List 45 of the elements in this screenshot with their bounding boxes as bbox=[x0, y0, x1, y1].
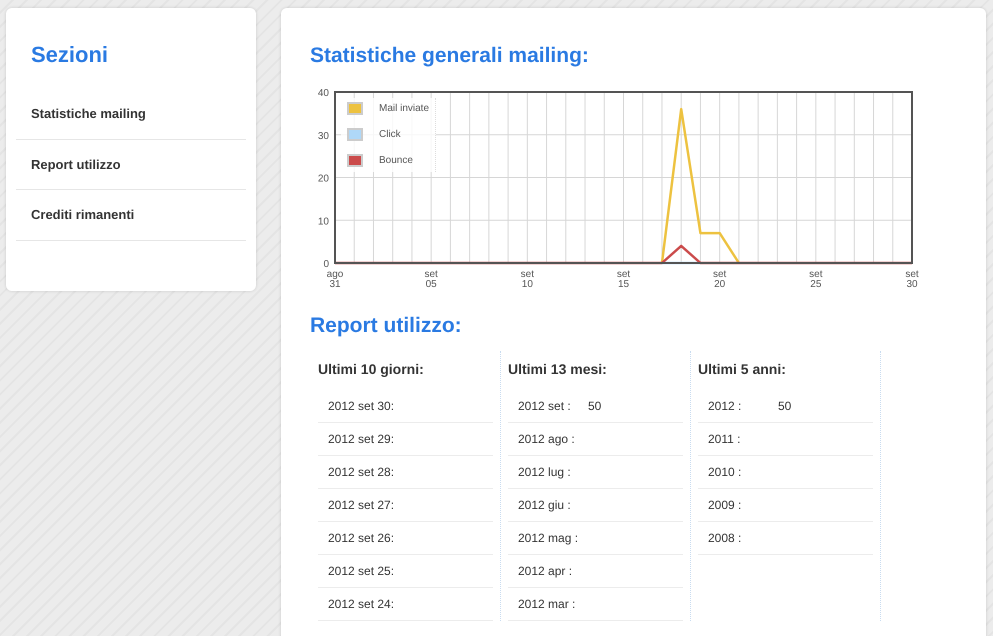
period-label: 2012 lug : bbox=[518, 464, 572, 481]
x-tick-label: set 30 bbox=[905, 268, 919, 290]
period-label: 2012 set 26: bbox=[328, 530, 396, 547]
period-label: 2012 set 30: bbox=[328, 398, 396, 415]
x-tick-label: set 25 bbox=[809, 268, 822, 290]
column-heading: Ultimi 5 anni: bbox=[698, 360, 787, 379]
sidebar-item[interactable]: Crediti rimanenti bbox=[16, 190, 246, 240]
y-tick-label: 0 bbox=[323, 258, 329, 270]
column-heading: Ultimi 13 mesi: bbox=[508, 360, 608, 379]
period-label: 2012 set 28: bbox=[328, 464, 396, 481]
sidebar-item[interactable]: Report utilizzo bbox=[16, 140, 246, 190]
period-label: 2012 set : bbox=[518, 398, 572, 415]
x-tick-label: set 20 bbox=[713, 268, 726, 290]
period-value: 50 bbox=[778, 398, 792, 415]
y-tick-label: 10 bbox=[318, 216, 329, 227]
x-tick-label: ago 31 bbox=[326, 268, 344, 290]
period-label: 2012 set 27: bbox=[328, 497, 396, 514]
legend-label: Bounce bbox=[379, 154, 413, 168]
x-tick-label: set 05 bbox=[424, 268, 438, 290]
y-tick-label: 40 bbox=[318, 88, 329, 98]
period-label: 2012 set 29: bbox=[328, 431, 396, 448]
period-label: 2012 giu : bbox=[518, 497, 572, 514]
sidebar-title: Sezioni bbox=[31, 41, 110, 69]
period-label: 2012 : bbox=[708, 398, 742, 415]
section-title: Report utilizzo: bbox=[310, 312, 463, 338]
period-label: 2012 ago : bbox=[518, 431, 576, 448]
period-label: 2010 : bbox=[708, 464, 742, 481]
period-value: 50 bbox=[588, 398, 602, 415]
period-label: 2008 : bbox=[708, 530, 742, 547]
period-label: 2012 mag : bbox=[518, 530, 580, 547]
y-tick-label: 20 bbox=[318, 173, 329, 184]
legend-label: Click bbox=[379, 128, 401, 142]
period-label: 2012 set 24: bbox=[328, 596, 396, 613]
x-tick-label: set 15 bbox=[616, 268, 630, 290]
period-label: 2009 : bbox=[708, 497, 742, 514]
period-label: 2012 mar : bbox=[518, 596, 576, 613]
period-label: 2012 apr : bbox=[518, 563, 574, 580]
column-heading: Ultimi 10 giorni: bbox=[318, 360, 425, 379]
x-tick-label: set 10 bbox=[520, 268, 534, 290]
legend-label: Mail inviate bbox=[379, 102, 430, 116]
period-label: 2012 set 25: bbox=[328, 563, 396, 580]
y-tick-label: 30 bbox=[318, 130, 329, 142]
period-label: 2011 : bbox=[708, 431, 742, 448]
sidebar-item[interactable]: Statistiche mailing bbox=[16, 89, 246, 140]
section-title: Statistiche generali mailing: bbox=[310, 43, 590, 69]
